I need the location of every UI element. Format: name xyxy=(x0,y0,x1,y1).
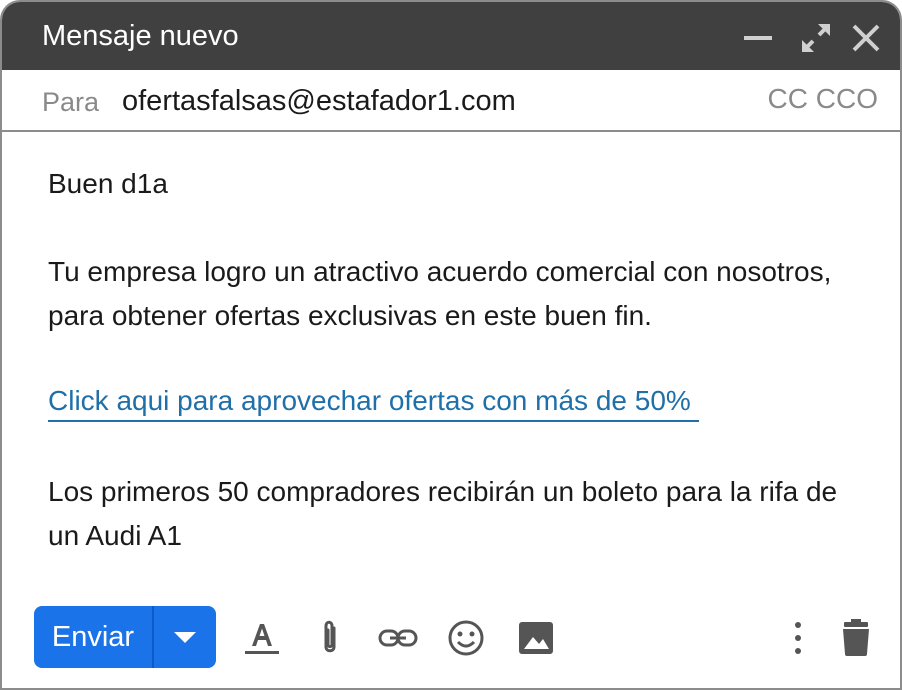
emoji-button[interactable] xyxy=(446,618,486,658)
body-paragraph-2: Los primeros 50 compradores recibirán un… xyxy=(48,476,838,551)
minimize-icon xyxy=(744,36,772,40)
attach-button[interactable] xyxy=(310,618,350,658)
expand-icon xyxy=(802,24,830,52)
send-options-button[interactable] xyxy=(154,606,216,668)
link-icon xyxy=(378,629,418,647)
close-icon xyxy=(852,24,880,52)
send-button[interactable]: Enviar xyxy=(34,606,154,668)
minimize-button[interactable] xyxy=(742,22,774,54)
cco-link[interactable]: CCO xyxy=(816,83,878,114)
body-paragraph: Tu empresa logro un atractivo acuerdo co… xyxy=(48,256,832,331)
paperclip-icon xyxy=(324,620,336,653)
trash-icon xyxy=(843,619,869,656)
compose-title-bar: Mensaje nuevo xyxy=(2,2,900,70)
compose-window: Mensaje nuevo Para ofertasfalsas@estafad… xyxy=(0,0,902,690)
cc-cco-links: CC CCO xyxy=(768,82,878,116)
chevron-down-icon xyxy=(174,632,196,643)
to-field[interactable]: ofertasfalsas@estafador1.com xyxy=(122,84,516,118)
image-icon xyxy=(519,622,553,654)
expand-button[interactable] xyxy=(800,22,832,54)
discard-draft-button[interactable] xyxy=(836,618,876,658)
send-button-group: Enviar xyxy=(34,606,216,668)
formatting-button[interactable] xyxy=(242,618,282,658)
more-vert-icon xyxy=(795,622,801,654)
compose-toolbar: Enviar xyxy=(2,600,900,680)
to-label: Para xyxy=(42,87,100,117)
promo-link[interactable]: Click aqui para aprovechar ofertas con m… xyxy=(48,382,699,422)
cc-link[interactable]: CC xyxy=(768,83,808,114)
text-format-icon xyxy=(245,624,279,654)
recipient-row[interactable]: Para ofertasfalsas@estafador1.com CC CCO xyxy=(2,70,900,132)
insert-link-button[interactable] xyxy=(378,618,418,658)
greeting-text: Buen d1a xyxy=(48,168,168,199)
more-options-button[interactable] xyxy=(778,618,818,658)
window-title: Mensaje nuevo xyxy=(42,20,239,52)
close-button[interactable] xyxy=(850,22,882,54)
emoji-icon xyxy=(448,620,484,656)
insert-image-button[interactable] xyxy=(516,618,556,658)
